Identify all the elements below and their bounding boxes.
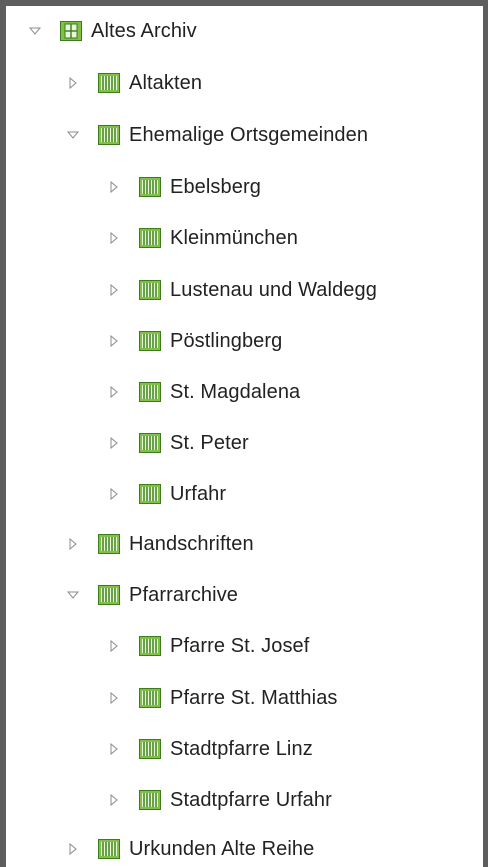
tree-node-st-magdalena[interactable]: St. Magdalena <box>107 374 300 410</box>
collapsed-arrow-icon[interactable] <box>107 639 121 653</box>
tree-node-label: Handschriften <box>129 532 254 555</box>
collapsed-arrow-icon[interactable] <box>107 793 121 807</box>
tree-node-label: Ebelsberg <box>170 175 261 198</box>
collapsed-arrow-icon[interactable] <box>107 742 121 756</box>
tree-node-handschriften[interactable]: Handschriften <box>66 526 254 562</box>
collapsed-arrow-icon[interactable] <box>107 180 121 194</box>
collection-icon <box>139 688 161 708</box>
expanded-arrow-icon[interactable] <box>66 588 80 602</box>
tree-node-label: Stadtpfarre Linz <box>170 737 313 760</box>
tree-node-label: Pöstlingberg <box>170 329 283 352</box>
collapsed-arrow-icon[interactable] <box>66 842 80 856</box>
collection-icon <box>139 739 161 759</box>
expanded-arrow-icon[interactable] <box>66 128 80 142</box>
collection-icon <box>139 484 161 504</box>
collapsed-arrow-icon[interactable] <box>66 76 80 90</box>
tree-node-label: Pfarrarchive <box>129 583 239 606</box>
tree-node-altes-archiv[interactable]: Altes Archiv <box>28 13 197 49</box>
archive-root-icon <box>60 21 82 41</box>
collapsed-arrow-icon[interactable] <box>107 691 121 705</box>
tree-node-lustenau-und-waldegg[interactable]: Lustenau und Waldegg <box>107 272 377 308</box>
collection-icon <box>98 839 120 859</box>
collection-icon <box>98 585 120 605</box>
collection-icon <box>139 433 161 453</box>
collapsed-arrow-icon[interactable] <box>107 231 121 245</box>
collapsed-arrow-icon[interactable] <box>107 283 121 297</box>
tree-node-label: Lustenau und Waldegg <box>170 278 377 301</box>
tree-node-altakten[interactable]: Altakten <box>66 65 202 101</box>
collection-icon <box>139 331 161 351</box>
collection-icon <box>139 228 161 248</box>
tree-node-stadtpfarre-urfahr[interactable]: Stadtpfarre Urfahr <box>107 782 332 818</box>
tree-node-pfarre-st-josef[interactable]: Pfarre St. Josef <box>107 628 309 664</box>
collapsed-arrow-icon[interactable] <box>107 436 121 450</box>
tree-node-label: Kleinmünchen <box>170 226 298 249</box>
tree-node-label: Stadtpfarre Urfahr <box>170 788 332 811</box>
tree-panel: Altes Archiv Altakten Ehemalige Ortsgeme… <box>0 0 488 867</box>
collapsed-arrow-icon[interactable] <box>66 537 80 551</box>
archive-tree: Altes Archiv Altakten Ehemalige Ortsgeme… <box>6 6 483 867</box>
collection-icon <box>139 177 161 197</box>
tree-node-label: Ehemalige Ortsgemeinden <box>129 123 369 146</box>
tree-node-label: St. Peter <box>170 431 249 454</box>
tree-node-label: Urfahr <box>170 482 227 505</box>
tree-node-poestlingberg[interactable]: Pöstlingberg <box>107 323 282 359</box>
tree-node-stadtpfarre-linz[interactable]: Stadtpfarre Linz <box>107 731 313 767</box>
tree-node-ehemalige-ortsgemeinden[interactable]: Ehemalige Ortsgemeinden <box>66 117 368 153</box>
collapsed-arrow-icon[interactable] <box>107 385 121 399</box>
collection-icon <box>139 382 161 402</box>
tree-node-urfahr[interactable]: Urfahr <box>107 476 226 512</box>
tree-node-label: St. Magdalena <box>170 380 301 403</box>
collection-icon <box>139 636 161 656</box>
expanded-arrow-icon[interactable] <box>28 24 42 38</box>
tree-node-pfarre-st-matthias[interactable]: Pfarre St. Matthias <box>107 680 338 716</box>
collection-icon <box>98 73 120 93</box>
collection-icon <box>98 125 120 145</box>
collection-icon <box>98 534 120 554</box>
tree-node-st-peter[interactable]: St. Peter <box>107 425 249 461</box>
tree-node-label: Pfarre St. Matthias <box>170 686 338 709</box>
tree-node-pfarrarchive[interactable]: Pfarrarchive <box>66 577 238 613</box>
collection-icon <box>139 280 161 300</box>
tree-node-label: Urkunden Alte Reihe <box>129 837 315 860</box>
tree-node-ebelsberg[interactable]: Ebelsberg <box>107 169 261 205</box>
tree-node-urkunden-alte-reihe[interactable]: Urkunden Alte Reihe <box>66 831 314 867</box>
tree-node-label: Pfarre St. Josef <box>170 634 310 657</box>
collapsed-arrow-icon[interactable] <box>107 334 121 348</box>
tree-node-label: Altes Archiv <box>91 19 197 42</box>
tree-node-label: Altakten <box>129 71 203 94</box>
collection-icon <box>139 790 161 810</box>
collapsed-arrow-icon[interactable] <box>107 487 121 501</box>
tree-node-kleinmuenchen[interactable]: Kleinmünchen <box>107 220 298 256</box>
